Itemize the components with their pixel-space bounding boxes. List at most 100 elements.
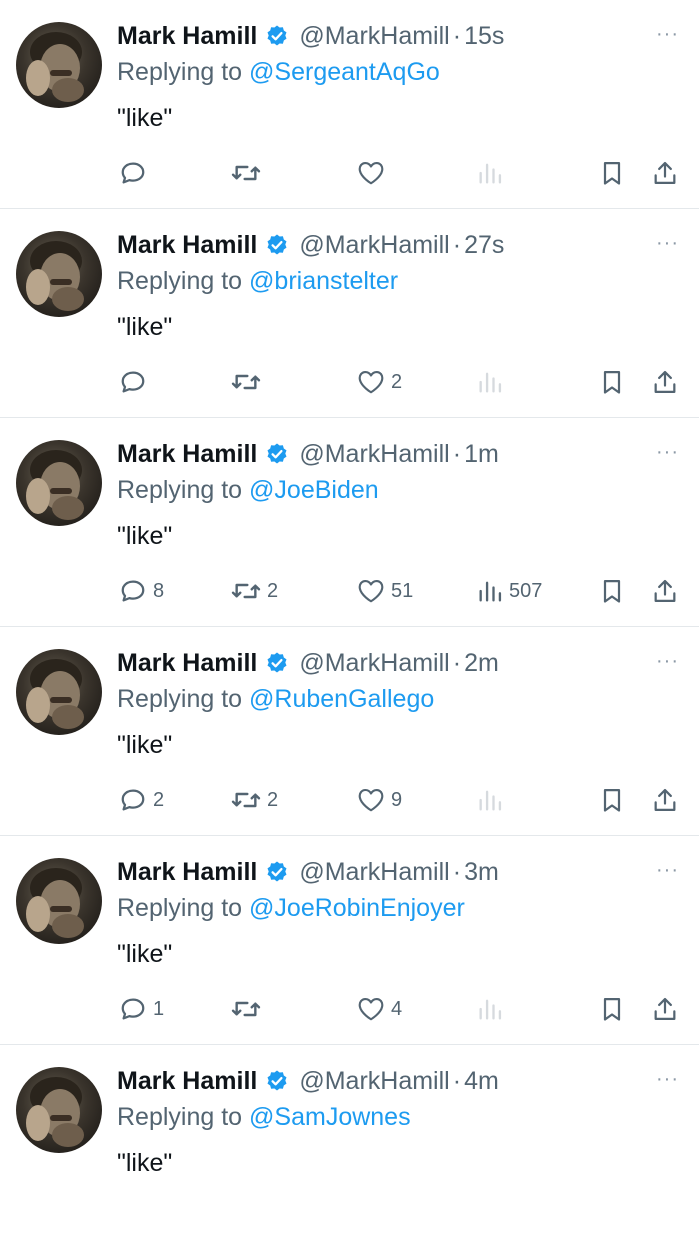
retweet-count: 2 bbox=[267, 788, 279, 811]
avatar[interactable] bbox=[16, 231, 102, 317]
more-options-icon[interactable]: ··· bbox=[656, 651, 679, 671]
reply-button[interactable]: 1 bbox=[118, 989, 164, 1029]
timestamp[interactable]: 3m bbox=[464, 858, 499, 887]
reply-icon bbox=[121, 162, 145, 184]
share-upload-icon bbox=[654, 997, 676, 1021]
retweet-button[interactable]: 2 bbox=[230, 780, 278, 820]
author-name[interactable]: Mark Hamill bbox=[117, 858, 257, 887]
share-button[interactable] bbox=[651, 362, 679, 402]
more-options-icon[interactable]: ··· bbox=[656, 233, 679, 253]
like-button[interactable]: 9 bbox=[356, 780, 402, 820]
retweet-button[interactable] bbox=[230, 989, 267, 1029]
action-bar bbox=[0, 153, 699, 193]
bookmark-button[interactable] bbox=[598, 780, 626, 820]
reply-button[interactable] bbox=[118, 153, 153, 193]
tweet[interactable]: Mark Hamill @MarkHamill · 4m ··· Replyin… bbox=[0, 1045, 699, 1254]
tweet[interactable]: Mark Hamill @MarkHamill · 1m ··· Replyin… bbox=[0, 418, 699, 627]
tweet-text: "like" bbox=[117, 104, 173, 132]
tweet[interactable]: Mark Hamill @MarkHamill · 3m ··· Replyin… bbox=[0, 836, 699, 1045]
author-name[interactable]: Mark Hamill bbox=[117, 231, 257, 260]
share-button[interactable] bbox=[651, 571, 679, 611]
author-handle[interactable]: @MarkHamill bbox=[299, 22, 449, 51]
share-button[interactable] bbox=[651, 780, 679, 820]
timestamp[interactable]: 1m bbox=[464, 440, 499, 469]
retweet-icon bbox=[231, 1001, 261, 1017]
share-button[interactable] bbox=[651, 989, 679, 1029]
replying-prefix: Replying to bbox=[117, 267, 243, 295]
bookmark-button[interactable] bbox=[598, 989, 626, 1029]
author-name[interactable]: Mark Hamill bbox=[117, 649, 257, 678]
mention-link[interactable]: @SergeantAqGo bbox=[249, 58, 440, 86]
like-button[interactable]: 4 bbox=[356, 989, 402, 1029]
avatar[interactable] bbox=[16, 1067, 102, 1153]
bookmark-icon bbox=[603, 788, 621, 812]
reply-button[interactable] bbox=[118, 362, 153, 402]
replying-prefix: Replying to bbox=[117, 476, 243, 504]
bookmark-button[interactable] bbox=[598, 571, 626, 611]
avatar[interactable] bbox=[16, 858, 102, 944]
timestamp[interactable]: 15s bbox=[464, 22, 504, 51]
bookmark-button[interactable] bbox=[598, 153, 626, 193]
views-button[interactable] bbox=[476, 989, 509, 1029]
more-options-icon[interactable]: ··· bbox=[656, 24, 679, 44]
author-name[interactable]: Mark Hamill bbox=[117, 1067, 257, 1096]
mention-link[interactable]: @JoeRobinEnjoyer bbox=[249, 894, 465, 922]
author-handle[interactable]: @MarkHamill bbox=[299, 1067, 449, 1096]
mention-link[interactable]: @SamJownes bbox=[249, 1103, 411, 1131]
like-button[interactable] bbox=[356, 153, 391, 193]
author-handle[interactable]: @MarkHamill bbox=[299, 440, 449, 469]
more-options-icon[interactable]: ··· bbox=[656, 1069, 679, 1089]
reply-button[interactable]: 8 bbox=[118, 571, 164, 611]
tweet[interactable]: Mark Hamill @MarkHamill · 2m ··· Replyin… bbox=[0, 627, 699, 836]
avatar[interactable] bbox=[16, 440, 102, 526]
replying-prefix: Replying to bbox=[117, 1103, 243, 1131]
separator-dot: · bbox=[452, 439, 462, 468]
more-options-icon[interactable]: ··· bbox=[656, 442, 679, 462]
views-button[interactable] bbox=[476, 362, 509, 402]
more-options-icon[interactable]: ··· bbox=[656, 860, 679, 880]
views-button[interactable] bbox=[476, 153, 509, 193]
views-bar-chart-icon bbox=[479, 372, 502, 393]
tweet[interactable]: Mark Hamill @MarkHamill · 27s ··· Replyi… bbox=[0, 209, 699, 418]
timestamp[interactable]: 27s bbox=[464, 231, 504, 260]
separator-dot: · bbox=[452, 1066, 462, 1095]
author-handle[interactable]: @MarkHamill bbox=[299, 231, 449, 260]
tweet[interactable]: Mark Hamill @MarkHamill · 15s ··· Replyi… bbox=[0, 0, 699, 209]
timestamp[interactable]: 2m bbox=[464, 649, 499, 678]
replying-to: Replying to @SamJownes bbox=[117, 1103, 411, 1132]
author-name[interactable]: Mark Hamill bbox=[117, 440, 257, 469]
reply-button[interactable]: 2 bbox=[118, 780, 164, 820]
like-button[interactable]: 2 bbox=[356, 362, 402, 402]
retweet-icon bbox=[231, 374, 261, 390]
share-button[interactable] bbox=[651, 153, 679, 193]
verified-badge-icon bbox=[265, 1069, 289, 1093]
share-upload-icon bbox=[654, 161, 676, 185]
author-handle[interactable]: @MarkHamill bbox=[299, 649, 449, 678]
mention-link[interactable]: @brianstelter bbox=[249, 267, 398, 295]
views-bar-chart-icon bbox=[479, 999, 502, 1020]
heart-icon bbox=[358, 161, 384, 185]
avatar[interactable] bbox=[16, 649, 102, 735]
retweet-icon bbox=[231, 583, 261, 599]
mention-link[interactable]: @JoeBiden bbox=[249, 476, 379, 504]
mention-link[interactable]: @RubenGallego bbox=[249, 685, 434, 713]
like-button[interactable]: 51 bbox=[356, 571, 413, 611]
tweet-text: "like" bbox=[117, 522, 173, 550]
author-name[interactable]: Mark Hamill bbox=[117, 22, 257, 51]
retweet-button[interactable] bbox=[230, 362, 267, 402]
retweet-button[interactable]: 2 bbox=[230, 571, 278, 611]
separator-dot: · bbox=[452, 648, 462, 677]
views-button[interactable] bbox=[476, 780, 509, 820]
author-handle[interactable]: @MarkHamill bbox=[299, 858, 449, 887]
reply-icon bbox=[121, 580, 145, 602]
avatar[interactable] bbox=[16, 22, 102, 108]
tweet-text: "like" bbox=[117, 731, 173, 759]
like-count: 4 bbox=[391, 997, 403, 1020]
bookmark-button[interactable] bbox=[598, 362, 626, 402]
bookmark-icon bbox=[603, 370, 621, 394]
timestamp[interactable]: 4m bbox=[464, 1067, 499, 1096]
views-button[interactable]: 507 bbox=[476, 571, 542, 611]
retweet-button[interactable] bbox=[230, 153, 267, 193]
views-bar-chart-icon bbox=[479, 163, 502, 184]
verified-badge-icon bbox=[265, 442, 289, 466]
